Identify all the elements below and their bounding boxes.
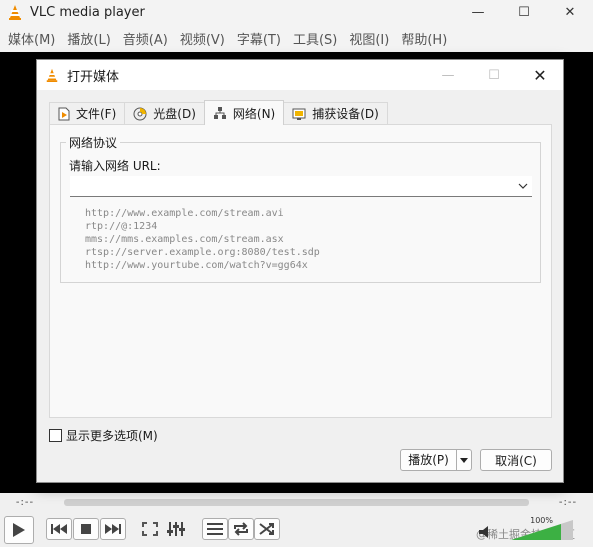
total-time[interactable]: -:-- <box>543 497 593 508</box>
playlist-icon <box>207 523 223 535</box>
elapsed-time[interactable]: -:-- <box>0 497 50 508</box>
url-input[interactable] <box>70 176 514 196</box>
open-media-dialog: 打开媒体 — ☐ ✕ 文件(F) 光盘(D) 网络(N) 捕获设备(D) 网络协… <box>36 59 564 483</box>
play-icon <box>13 523 25 537</box>
fullscreen-button[interactable] <box>140 520 160 538</box>
playlist-button[interactable] <box>202 518 228 540</box>
dialog-minimize-button: — <box>441 67 455 83</box>
url-example: rtp://@:1234 <box>85 221 158 232</box>
shuffle-icon <box>259 523 274 535</box>
vlc-cone-icon <box>46 68 58 82</box>
network-icon <box>213 106 227 120</box>
menu-tools[interactable]: 工具(S) <box>291 29 343 48</box>
speaker-icon[interactable] <box>478 525 494 539</box>
menu-playback[interactable]: 播放(L) <box>65 29 116 48</box>
dialog-maximize-button: ☐ <box>488 67 500 83</box>
tab-capture-device-label: 捕获设备(D) <box>312 107 379 121</box>
file-icon <box>58 107 70 121</box>
play-split-button[interactable]: 播放(P) <box>400 449 472 471</box>
volume-control[interactable]: 100% <box>479 516 583 541</box>
play-button[interactable] <box>4 516 34 544</box>
capture-device-icon <box>292 108 306 120</box>
play-dropdown-arrow[interactable] <box>457 457 471 463</box>
next-icon <box>105 524 121 534</box>
network-protocol-title: 网络协议 <box>66 134 121 151</box>
tab-file-label: 文件(F) <box>76 107 117 121</box>
dialog-close-button[interactable]: ✕ <box>517 60 563 90</box>
seekbar-row: -:-- -:-- <box>0 493 593 511</box>
fullscreen-icon <box>142 522 158 536</box>
url-example: http://www.example.com/stream.avi <box>85 208 284 219</box>
url-example: rtsp://server.example.org:8080/test.sdp <box>85 247 320 258</box>
url-label: 请输入网络 URL: <box>69 159 161 173</box>
seek-slider[interactable] <box>64 498 529 506</box>
stop-icon <box>81 524 91 534</box>
triangle-down-icon <box>460 457 468 463</box>
vlc-cone-icon <box>9 5 21 20</box>
previous-icon <box>51 524 67 534</box>
loop-icon <box>234 522 248 536</box>
shuffle-button[interactable] <box>254 518 280 540</box>
cancel-button[interactable]: 取消(C) <box>480 449 552 471</box>
next-button[interactable] <box>100 518 126 540</box>
show-more-options[interactable]: 显示更多选项(M) <box>49 427 158 444</box>
tab-file[interactable]: 文件(F) <box>49 102 126 124</box>
dialog-titlebar: 打开媒体 — ☐ ✕ <box>37 60 563 90</box>
menu-video[interactable]: 视频(V) <box>178 29 231 48</box>
previous-button[interactable] <box>46 518 72 540</box>
window-controls: — ☐ ✕ <box>455 0 593 24</box>
chevron-down-icon[interactable] <box>514 177 532 196</box>
volume-slider[interactable] <box>511 520 573 540</box>
menu-subtitle[interactable]: 字幕(T) <box>235 29 287 48</box>
play-button-label[interactable]: 播放(P) <box>401 450 457 470</box>
more-options-label[interactable]: 显示更多选项(M) <box>66 427 158 444</box>
tab-network-label: 网络(N) <box>232 106 276 121</box>
network-tab-panel: 网络协议 请输入网络 URL: http://www.example.com/s… <box>49 124 552 418</box>
tab-disc[interactable]: 光盘(D) <box>124 102 205 124</box>
more-options-checkbox[interactable] <box>49 429 62 442</box>
menu-help[interactable]: 帮助(H) <box>399 29 453 48</box>
disc-icon <box>133 107 147 121</box>
close-button[interactable]: ✕ <box>547 0 593 24</box>
loop-button[interactable] <box>228 518 254 540</box>
minimize-button[interactable]: — <box>455 0 501 24</box>
tab-disc-label: 光盘(D) <box>153 107 196 121</box>
dialog-tabs: 文件(F) 光盘(D) 网络(N) 捕获设备(D) <box>49 100 388 125</box>
dialog-window-controls: — ☐ ✕ <box>425 60 563 90</box>
menubar: 媒体(M) 播放(L) 音频(A) 视频(V) 字幕(T) 工具(S) 视图(I… <box>0 24 593 52</box>
extended-settings-button[interactable] <box>163 518 189 540</box>
maximize-button[interactable]: ☐ <box>501 0 547 24</box>
equalizer-icon <box>167 522 185 536</box>
menu-audio[interactable]: 音频(A) <box>121 29 174 48</box>
app-title: VLC media player <box>30 4 145 20</box>
app-titlebar: VLC media player — ☐ ✕ <box>0 0 593 24</box>
stop-button[interactable] <box>73 518 99 540</box>
url-examples: http://www.example.com/stream.avi rtp://… <box>85 207 320 272</box>
menu-view[interactable]: 视图(I) <box>347 29 395 48</box>
network-protocol-group: 网络协议 请输入网络 URL: http://www.example.com/s… <box>60 134 541 283</box>
url-example: mms://mms.examples.com/stream.asx <box>85 234 284 245</box>
menu-media[interactable]: 媒体(M) <box>6 29 61 48</box>
url-combobox[interactable] <box>70 176 532 197</box>
dialog-title: 打开媒体 <box>67 69 120 85</box>
tab-capture-device[interactable]: 捕获设备(D) <box>283 102 388 124</box>
playback-controls: @稀土掘金技术社区 100% <box>0 511 593 547</box>
url-example: http://www.yourtube.com/watch?v=gg64x <box>85 260 308 271</box>
tab-network[interactable]: 网络(N) <box>203 100 285 125</box>
